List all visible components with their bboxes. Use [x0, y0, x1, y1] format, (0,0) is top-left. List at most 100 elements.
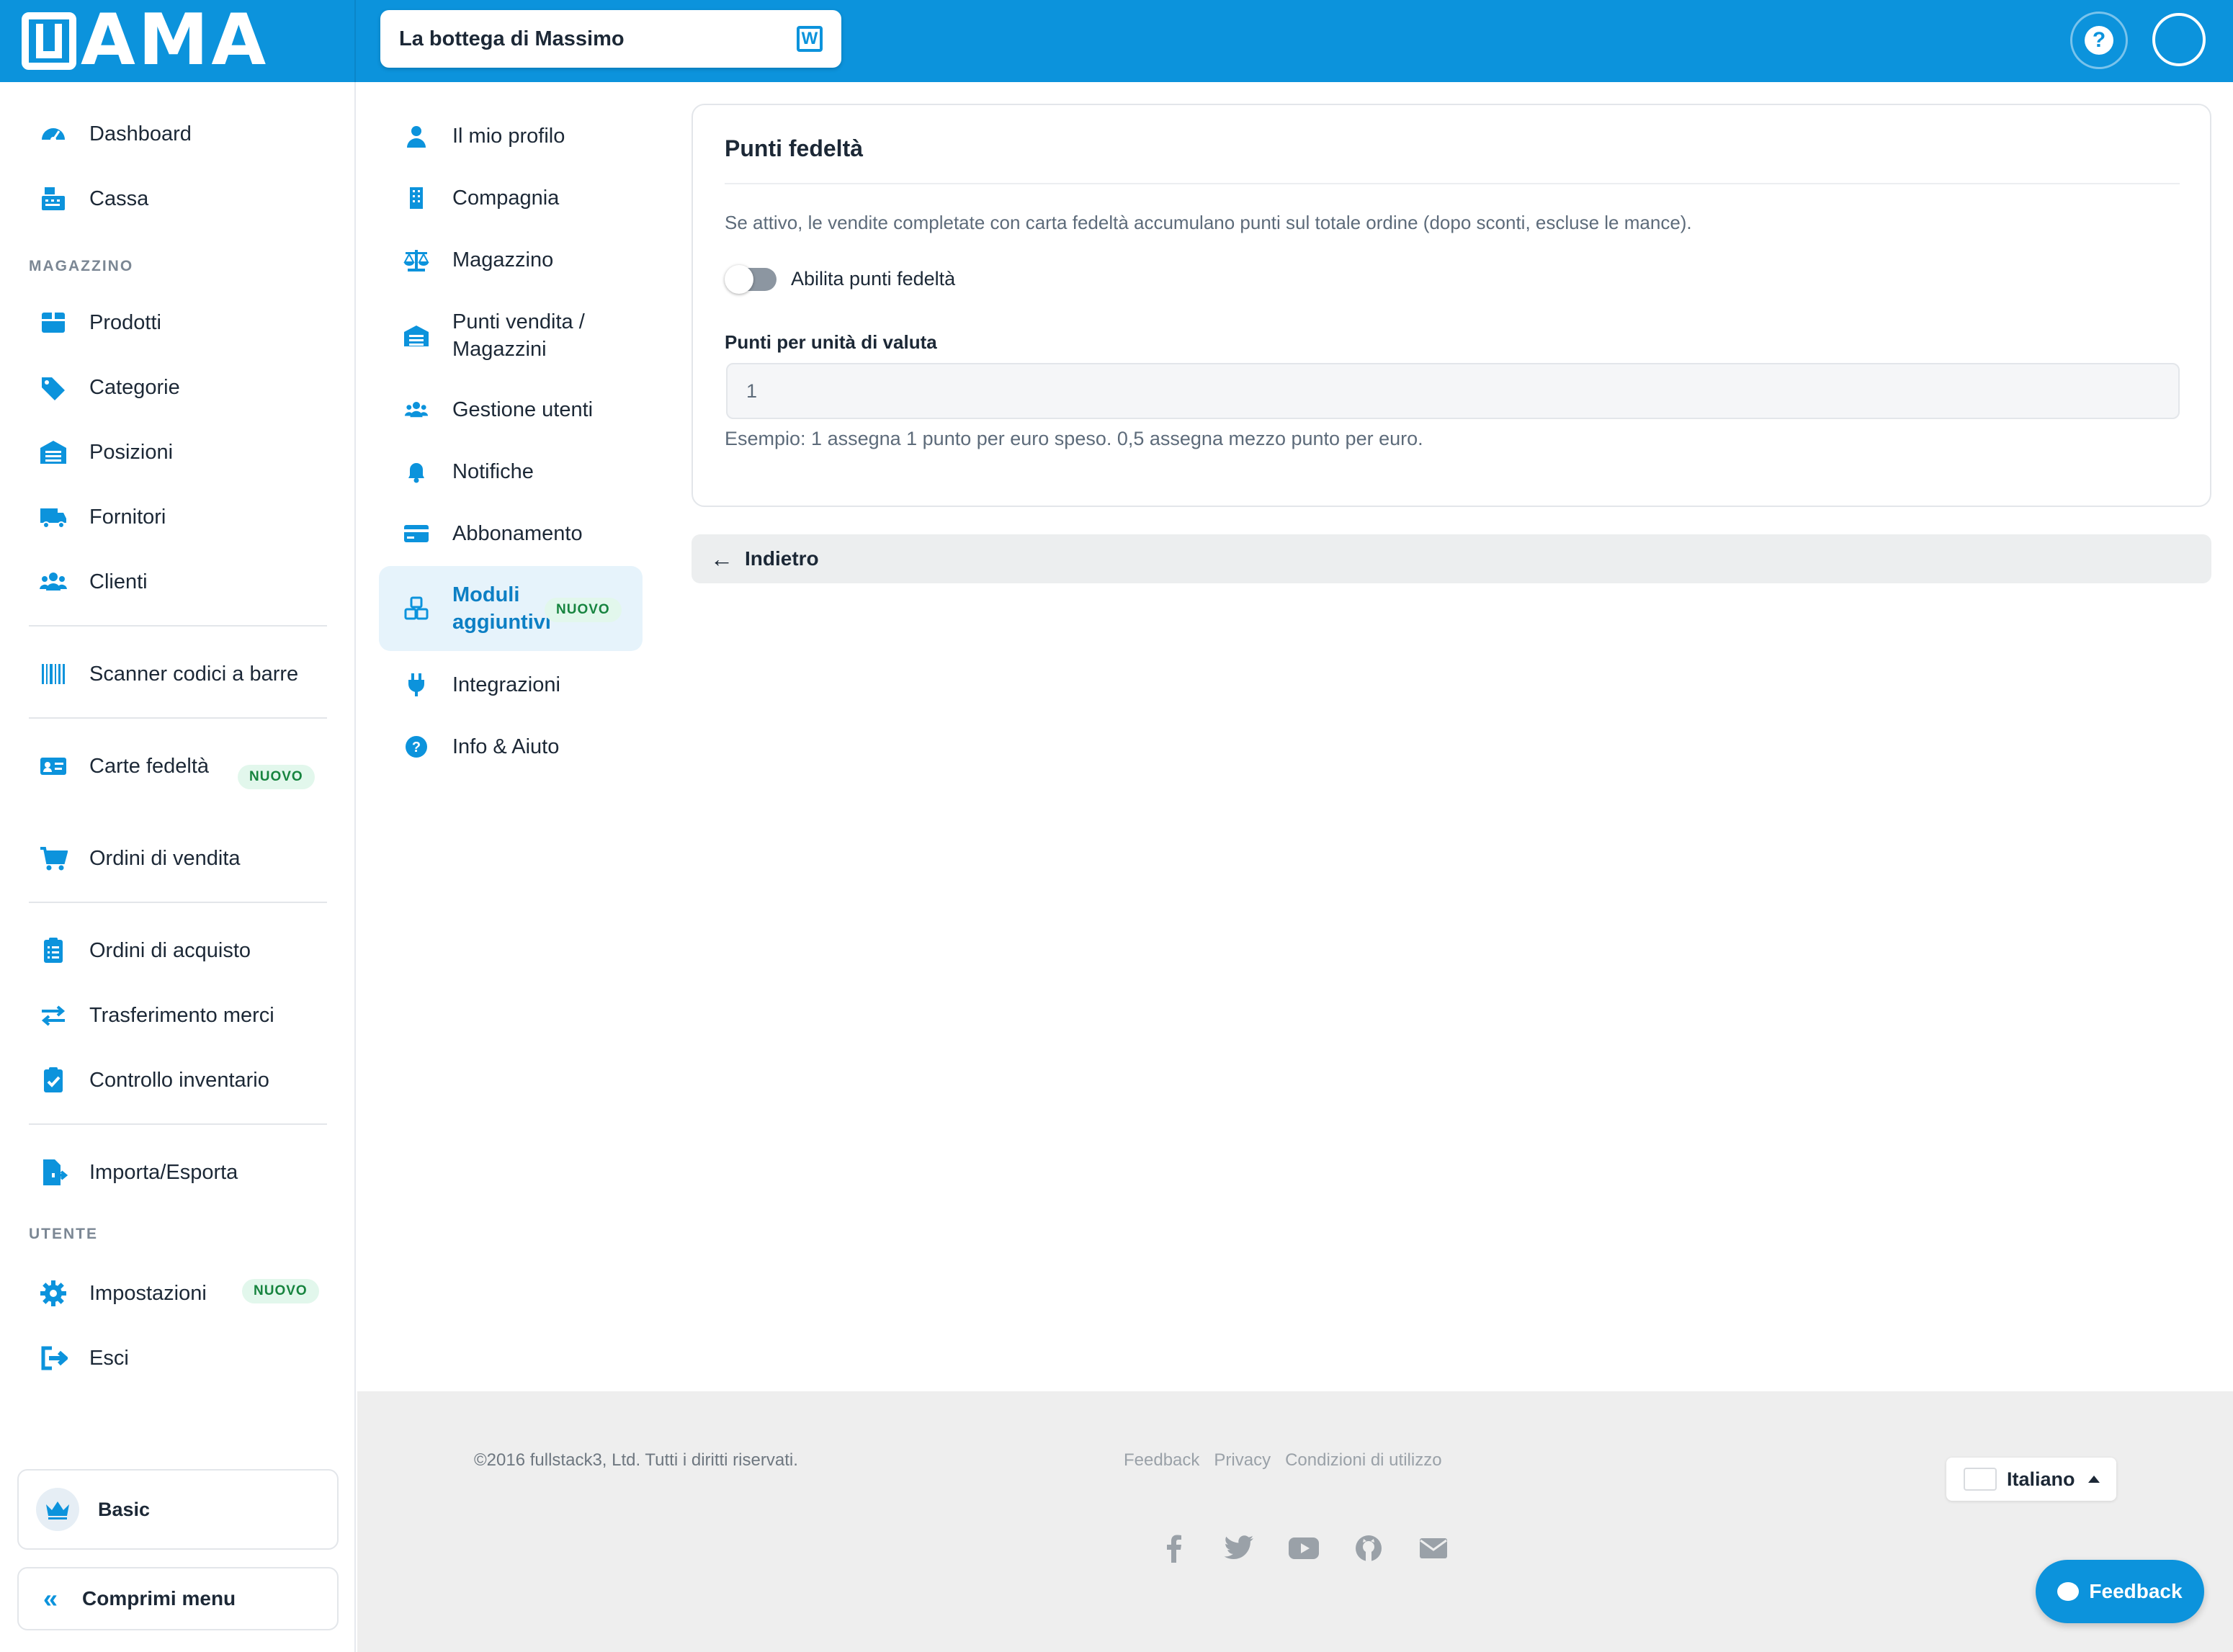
- sidebar-divider: [29, 625, 327, 627]
- building-icon: [400, 182, 432, 214]
- cash-register-icon: [36, 181, 71, 216]
- facebook-icon[interactable]: [1158, 1532, 1190, 1564]
- feedback-button-label: Feedback: [2089, 1580, 2183, 1602]
- id-card-icon: [36, 749, 71, 784]
- sidebar-item-ordini-vendita[interactable]: Ordini di vendita: [0, 841, 356, 876]
- plug-icon: [400, 669, 432, 701]
- settings-nav-label: Moduli aggiuntivi: [452, 583, 551, 634]
- sidebar-item-label: Ordini di vendita: [89, 847, 241, 870]
- settings-nav-magazzino[interactable]: Magazzino: [379, 243, 643, 277]
- sidebar-item-esci[interactable]: Esci: [0, 1341, 356, 1375]
- help-button[interactable]: ?: [2070, 12, 2128, 69]
- sidebar-item-label: Scanner codici a barre: [89, 663, 299, 686]
- store-name: La bottega di Massimo: [399, 27, 625, 50]
- sidebar-item-ordini-acquisto[interactable]: Ordini di acquisto: [0, 933, 356, 968]
- sidebar-item-clienti[interactable]: Clienti: [0, 565, 356, 599]
- footer-link-terms[interactable]: Condizioni di utilizzo: [1285, 1450, 1441, 1471]
- user-avatar[interactable]: [2152, 13, 2206, 66]
- warehouse-icon: [400, 320, 432, 351]
- settings-nav-label: Compagnia: [452, 187, 560, 210]
- svg-text:?: ?: [412, 740, 421, 755]
- chat-bubble-icon: [2057, 1582, 2080, 1601]
- cart-icon: [36, 841, 71, 876]
- flag-icon: [1964, 1468, 1997, 1491]
- back-button-label: Indietro: [745, 547, 819, 570]
- sidebar-item-importa-esporta[interactable]: Importa/Esporta: [0, 1155, 356, 1190]
- store-logo-icon: W: [797, 26, 823, 52]
- logo-area[interactable]: AMA: [0, 0, 356, 82]
- logout-icon: [36, 1341, 71, 1375]
- sidebar-item-prodotti[interactable]: Prodotti: [0, 305, 356, 340]
- sidebar-item-scanner[interactable]: Scanner codici a barre: [0, 657, 356, 691]
- youtube-icon[interactable]: [1288, 1532, 1320, 1564]
- sidebar-item-dashboard[interactable]: Dashboard: [0, 117, 356, 151]
- plan-card[interactable]: Basic: [17, 1469, 339, 1550]
- toggle-knob: [725, 265, 753, 294]
- settings-nav-abbonamento[interactable]: Abbonamento: [379, 517, 643, 550]
- file-export-icon: [36, 1155, 71, 1190]
- scale-icon: [400, 244, 432, 276]
- clipboard-check-icon: [36, 1063, 71, 1097]
- new-badge: NUOVO: [545, 598, 622, 622]
- sidebar-item-label: Dashboard: [89, 122, 192, 145]
- settings-nav-label: Integrazioni: [452, 673, 560, 696]
- loyalty-points-card: Punti fedeltà Se attivo, le vendite comp…: [692, 104, 2211, 507]
- settings-nav-profilo[interactable]: Il mio profilo: [379, 120, 643, 153]
- tags-icon: [36, 370, 71, 405]
- sidebar-item-label: Controllo inventario: [89, 1069, 269, 1092]
- card-description: Se attivo, le vendite completate con car…: [725, 212, 1692, 233]
- settings-nav-compagnia[interactable]: Compagnia: [379, 181, 643, 215]
- settings-nav-label: Punti vendita / Magazzini: [452, 310, 585, 361]
- language-selector[interactable]: Italiano: [1946, 1458, 2116, 1501]
- sidebar-item-label: Carte fedeltà: [89, 755, 210, 778]
- crown-icon: [36, 1488, 79, 1531]
- settings-nav-label: Gestione utenti: [452, 398, 594, 421]
- store-selector[interactable]: La bottega di Massimo W: [380, 10, 841, 68]
- github-icon[interactable]: [1353, 1532, 1384, 1564]
- question-circle-icon: ?: [400, 731, 432, 763]
- social-links: [1158, 1532, 1449, 1564]
- transfer-icon: [36, 998, 71, 1033]
- collapse-menu-button[interactable]: « Comprimi menu: [17, 1567, 339, 1630]
- sidebar-item-label: Prodotti: [89, 311, 161, 334]
- sidebar-item-label: Trasferimento merci: [89, 1004, 274, 1027]
- points-per-unit-label: Punti per unità di valuta: [725, 331, 937, 353]
- settings-nav-label: Abbonamento: [452, 522, 583, 545]
- settings-nav-integrazioni[interactable]: Integrazioni: [379, 668, 643, 701]
- toggle-label[interactable]: Abilita punti fedeltà: [791, 268, 955, 290]
- points-per-unit-input[interactable]: [726, 363, 2180, 419]
- sidebar-item-label: Impostazioni: [89, 1282, 207, 1305]
- bell-icon: [400, 456, 432, 488]
- sidebar-item-label: Esci: [89, 1347, 129, 1370]
- email-icon[interactable]: [1418, 1532, 1449, 1564]
- users-icon: [36, 565, 71, 599]
- sidebar-item-controllo-inventario[interactable]: Controllo inventario: [0, 1063, 356, 1097]
- sidebar-item-label: Ordini di acquisto: [89, 939, 251, 962]
- sidebar-item-cassa[interactable]: Cassa: [0, 181, 356, 216]
- users-icon: [400, 394, 432, 426]
- back-button[interactable]: ← Indietro: [692, 534, 2211, 583]
- settings-nav-punti-vendita[interactable]: Punti vendita / Magazzini: [379, 305, 643, 366]
- settings-nav-gestione-utenti[interactable]: Gestione utenti: [379, 393, 643, 426]
- sidebar-divider: [29, 1123, 327, 1125]
- arrow-left-icon: ←: [710, 545, 733, 572]
- twitter-icon[interactable]: [1223, 1532, 1255, 1564]
- enable-points-toggle[interactable]: [725, 265, 777, 294]
- settings-nav-notifiche[interactable]: Notifiche: [379, 455, 643, 488]
- app-logo: AMA: [22, 4, 269, 76]
- settings-nav-info-aiuto[interactable]: ? Info & Aiuto: [379, 730, 643, 763]
- sidebar-item-label: Importa/Esporta: [89, 1161, 238, 1184]
- sidebar-item-posizioni[interactable]: Posizioni: [0, 435, 356, 470]
- collapse-menu-label: Comprimi menu: [82, 1587, 236, 1610]
- caret-up-icon: [2087, 1476, 2100, 1483]
- feedback-button[interactable]: Feedback: [2036, 1560, 2204, 1623]
- clipboard-list-icon: [36, 933, 71, 968]
- section-heading-magazzino: MAGAZZINO: [29, 258, 134, 274]
- footer-link-privacy[interactable]: Privacy: [1214, 1450, 1271, 1471]
- footer: ©2016 fullstack3, Ltd. Tutti i diritti r…: [357, 1391, 2233, 1652]
- sidebar-item-trasferimento[interactable]: Trasferimento merci: [0, 998, 356, 1033]
- sidebar-item-categorie[interactable]: Categorie: [0, 370, 356, 405]
- sidebar-item-fornitori[interactable]: Fornitori: [0, 500, 356, 534]
- question-icon: ?: [2085, 26, 2113, 55]
- footer-link-feedback[interactable]: Feedback: [1124, 1450, 1199, 1471]
